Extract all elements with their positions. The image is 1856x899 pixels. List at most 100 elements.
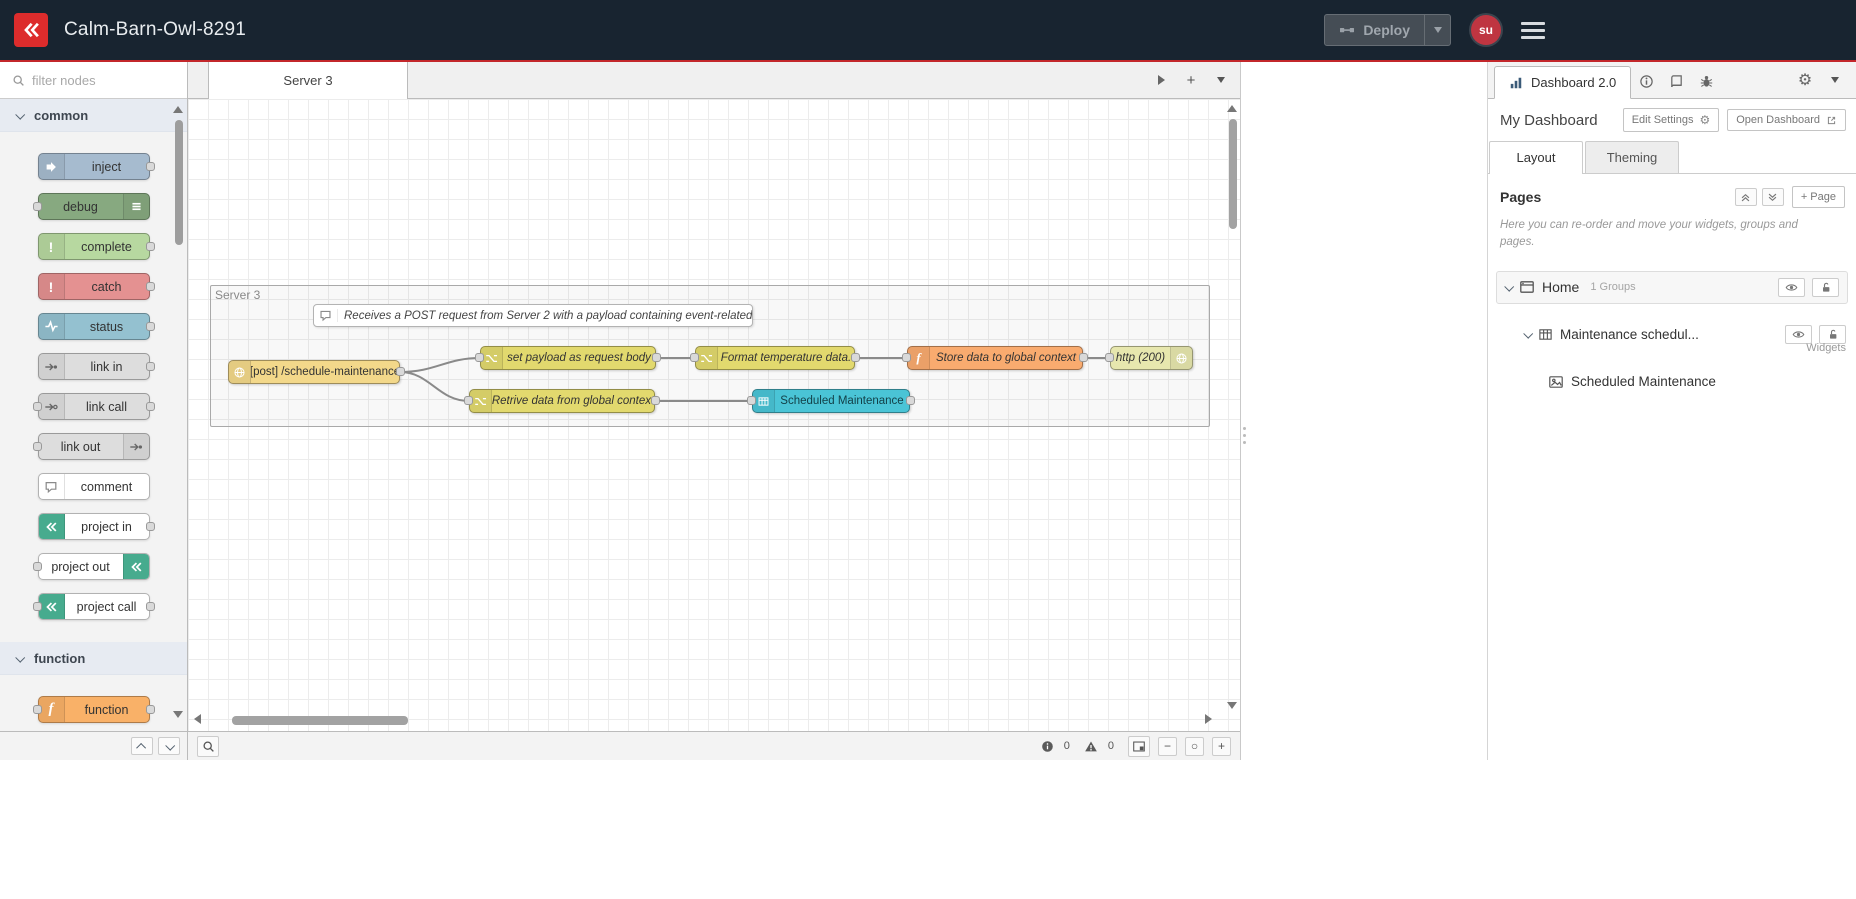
node-change-format-temperature[interactable]: Format temperature data.: [690, 346, 860, 370]
output-port[interactable]: [145, 281, 155, 291]
deploy-button[interactable]: Deploy: [1324, 14, 1451, 46]
palette-node-complete[interactable]: ! complete: [37, 233, 155, 260]
palette-category-function[interactable]: function: [0, 642, 187, 675]
input-port[interactable]: [32, 441, 42, 451]
palette-node-comment[interactable]: comment: [37, 473, 150, 500]
input-port[interactable]: [32, 601, 42, 611]
palette-node-status[interactable]: status: [37, 313, 155, 340]
palette-collapse-all-button[interactable]: [131, 737, 153, 755]
palette-node-link-call[interactable]: link call: [32, 393, 155, 420]
palette-node-function[interactable]: f function: [32, 696, 155, 723]
output-port[interactable]: [145, 521, 155, 531]
expand-all-pages-button[interactable]: [1761, 188, 1784, 206]
node-http-response[interactable]: http (200): [1105, 346, 1193, 370]
add-page-button[interactable]: + Page: [1791, 186, 1845, 208]
output-port[interactable]: [145, 241, 155, 251]
canvas-scroll-right-icon[interactable]: [1205, 714, 1212, 724]
zoom-reset-button[interactable]: ○: [1185, 736, 1204, 756]
output-port[interactable]: [145, 601, 155, 611]
deploy-options-button[interactable]: [1424, 15, 1450, 45]
tree-row-group-maintenance[interactable]: Maintenance schedul... Widgets: [1523, 319, 1846, 354]
node-function-store-global[interactable]: f Store data to global context: [902, 346, 1088, 370]
canvas-scroll-left-icon[interactable]: [194, 714, 201, 724]
flow-canvas[interactable]: Server 3 Receives a POST request from Se…: [188, 99, 1240, 731]
main-menu-button[interactable]: [1521, 18, 1545, 43]
output-port[interactable]: [145, 321, 155, 331]
input-port[interactable]: [1105, 353, 1114, 362]
palette-node-project-in[interactable]: project in: [37, 513, 155, 540]
sidebar-tab-info[interactable]: [1631, 66, 1661, 96]
node-ui-table[interactable]: Scheduled Maintenance: [747, 389, 915, 413]
output-port[interactable]: [1079, 353, 1088, 362]
palette-node-debug[interactable]: debug: [32, 193, 150, 220]
palette-node-project-out[interactable]: project out: [32, 553, 150, 580]
tab-scroll-right-icon[interactable]: [1148, 68, 1174, 92]
output-port[interactable]: [145, 704, 155, 714]
sidebar-splitter[interactable]: [1240, 62, 1488, 760]
canvas-search-button[interactable]: [197, 735, 219, 757]
tab-theming[interactable]: Theming: [1585, 141, 1679, 173]
flow-tab-server3[interactable]: Server 3: [208, 62, 408, 99]
sidebar-tab-dashboard[interactable]: Dashboard 2.0: [1494, 66, 1632, 99]
add-flow-button[interactable]: +: [1178, 68, 1204, 92]
input-port[interactable]: [464, 396, 473, 405]
node-change-retrieve-global[interactable]: Retrive data from global context: [464, 389, 660, 413]
palette-node-link-in[interactable]: link in: [37, 353, 155, 380]
tab-layout[interactable]: Layout: [1489, 141, 1583, 174]
palette-category-common[interactable]: common: [0, 99, 187, 132]
palette-node-inject[interactable]: inject: [37, 153, 155, 180]
canvas-hscrollbar-thumb[interactable]: [232, 716, 408, 725]
canvas-vscrollbar-thumb[interactable]: [1229, 119, 1237, 229]
comment-node[interactable]: Receives a POST request from Server 2 wi…: [313, 304, 753, 327]
output-port[interactable]: [906, 396, 915, 405]
canvas-scroll-down-icon[interactable]: [1227, 702, 1237, 709]
lock-toggle-button[interactable]: [1812, 277, 1839, 297]
output-port[interactable]: [851, 353, 860, 362]
visibility-toggle-button[interactable]: [1778, 277, 1805, 297]
dashboard-subtabs: Layout Theming: [1488, 140, 1856, 174]
palette-scroll-up-icon[interactable]: [173, 106, 183, 113]
chevron-down-icon[interactable]: [1523, 328, 1534, 339]
canvas-scroll-up-icon[interactable]: [1227, 105, 1237, 112]
input-port[interactable]: [690, 353, 699, 362]
palette-node-link-out[interactable]: link out: [32, 433, 150, 460]
input-port[interactable]: [32, 704, 42, 714]
palette-expand-all-button[interactable]: [158, 737, 180, 755]
sidebar-tab-help[interactable]: [1661, 66, 1691, 96]
open-dashboard-button[interactable]: Open Dashboard: [1727, 109, 1846, 131]
output-port[interactable]: [396, 367, 405, 376]
palette-node-catch[interactable]: ! catch: [37, 273, 155, 300]
input-port[interactable]: [902, 353, 911, 362]
node-http-in[interactable]: [post] /schedule-maintenance: [228, 360, 405, 384]
gear-icon[interactable]: ⚙: [1790, 65, 1820, 95]
zoom-out-button[interactable]: −: [1158, 736, 1177, 756]
palette-search-input[interactable]: [32, 72, 172, 88]
input-port[interactable]: [475, 353, 484, 362]
tree-row-page-home[interactable]: Home 1 Groups: [1496, 270, 1848, 304]
user-avatar[interactable]: su: [1471, 15, 1501, 45]
output-port[interactable]: [145, 401, 155, 411]
palette-scrollbar-thumb[interactable]: [175, 120, 183, 245]
input-port[interactable]: [32, 201, 42, 211]
palette-node-project-call[interactable]: project call: [32, 593, 155, 620]
flow-list-caret-icon[interactable]: [1208, 68, 1234, 92]
chevron-down-icon[interactable]: [1504, 281, 1515, 292]
output-port[interactable]: [651, 396, 660, 405]
tree-row-widget-scheduled-maintenance[interactable]: Scheduled Maintenance: [1548, 368, 1846, 396]
output-port[interactable]: [652, 353, 661, 362]
collapse-all-pages-button[interactable]: [1734, 188, 1757, 206]
input-port[interactable]: [32, 561, 42, 571]
input-port[interactable]: [32, 401, 42, 411]
navigator-toggle-button[interactable]: [1128, 735, 1150, 757]
input-port[interactable]: [747, 396, 756, 405]
debug-icon: [122, 194, 149, 219]
edit-settings-button[interactable]: Edit Settings ⚙: [1622, 108, 1720, 132]
output-port[interactable]: [145, 161, 155, 171]
sidebar-tab-debug[interactable]: [1691, 66, 1721, 96]
output-port[interactable]: [145, 361, 155, 371]
zoom-in-button[interactable]: +: [1212, 736, 1231, 756]
sidebar-menu-caret-icon[interactable]: [1820, 65, 1850, 95]
palette-scroll-down-icon[interactable]: [173, 711, 183, 718]
node-change-set-payload[interactable]: set payload as request body: [475, 346, 661, 370]
comment-text: Receives a POST request from Server 2 wi…: [344, 309, 752, 322]
